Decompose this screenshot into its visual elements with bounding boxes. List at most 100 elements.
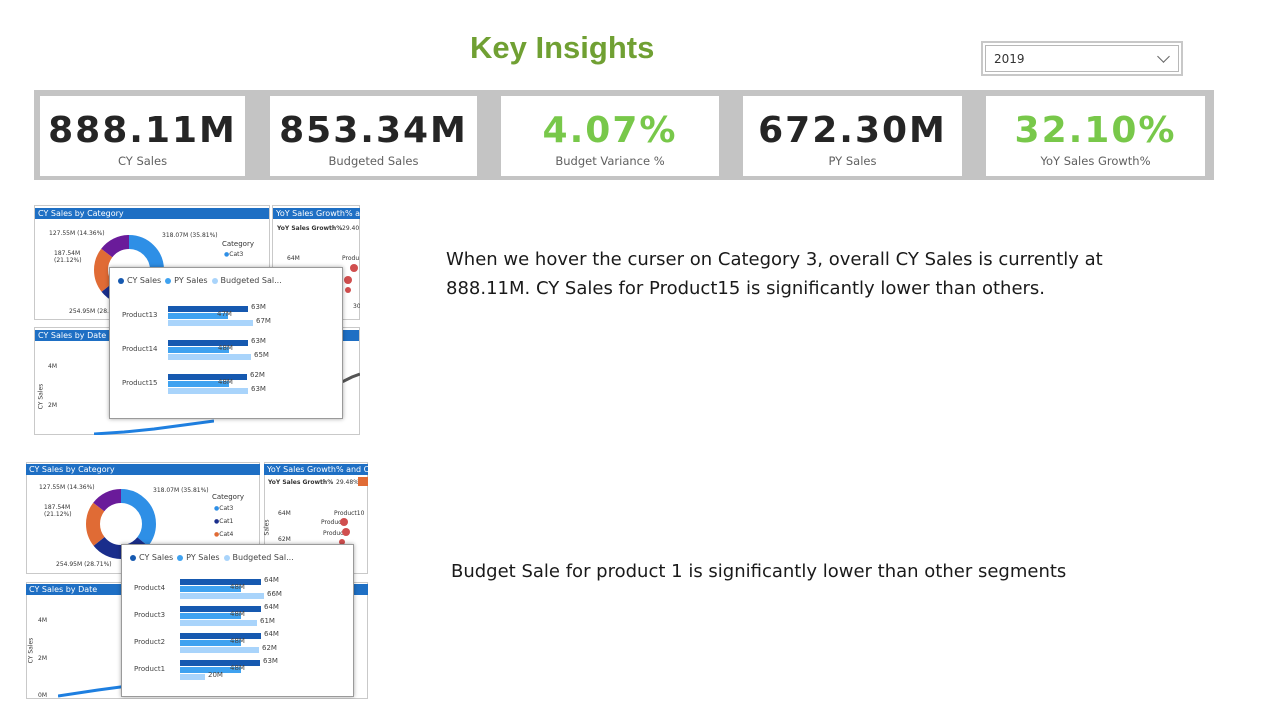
tooltip-bar-value: 63M [263,657,278,665]
tooltip-bar-value: 47M [217,310,232,318]
legend-item-cat3: ●Cat3 [224,251,244,258]
tooltip-bar-value: 62M [262,644,277,652]
yoy-axis-tick: 30 [353,303,360,310]
kpi-value: 4.07% [542,110,678,151]
legend-dot-icon [223,554,230,561]
legend-dot-icon [177,554,184,561]
donut-label: 254.95M (28.71%) [56,561,112,568]
tooltip-bar-budget [180,674,205,680]
tooltip-bar-value: 48M [218,378,233,386]
tooltip-bar-value: 63M [251,337,266,345]
yoy-axis-tick: 62M [278,536,291,543]
y-axis-label: CY Sales [27,637,35,664]
tooltip-bar-budget [168,388,248,394]
tooltip-bar-value: 48M [218,344,233,352]
panel-header-yoy: YoY Sales Growth% and C [264,464,368,475]
tooltip-bar-value: 62M [250,371,265,379]
kpi-card-yoy-growth: 32.10% YoY Sales Growth% [986,96,1205,176]
tooltip-bar-cy [168,306,248,312]
kpi-card-budgeted-sales: 853.34M Budgeted Sales [270,96,477,176]
legend-item-cat4: ●Cat4 [214,531,234,538]
screenshot-category3-hover: CY Sales by Category 127.55M (14.36%) 18… [34,205,360,435]
legend-item-cat3: ●Cat3 [214,505,234,512]
yoy-axis-label: Sales [263,519,271,536]
tooltip-bar-value: 48M [230,583,245,591]
tooltip-bar-value: 65M [254,351,269,359]
tooltip-bar-value: 48M [230,637,245,645]
tooltip-product-label: Product15 [122,379,158,387]
legend-dot-icon [165,277,172,284]
yoy-axis-tick: 64M [287,255,300,262]
y-axis-label: CY Sales [37,383,45,410]
screenshot-product1-hover: CY Sales by Category 127.55M (14.36%) 18… [26,462,368,699]
kpi-value: 888.11M [48,110,237,151]
tooltip-bar-value: 20M [208,671,223,679]
tooltip-legend: CY Sales PY Sales Budgeted Sal... [118,276,282,285]
y-tick: 4M [38,617,47,624]
tooltip-product-label: Product14 [122,345,158,353]
tooltip-bar-value: 64M [264,603,279,611]
tooltip-bar-budget [168,320,253,326]
panel-header-category: CY Sales by Category [35,208,269,219]
kpi-value: 672.30M [758,110,947,151]
tooltip-bar-value: 64M [264,576,279,584]
year-dropdown-value: 2019 [994,51,1025,66]
donut-label: (21.12%) [44,511,72,518]
y-tick: 2M [48,402,57,409]
yoy-subtitle: YoY Sales Growth% [268,479,334,486]
legend-title: Category [212,493,244,501]
tooltip-bar-budget [180,647,259,653]
donut-label: 318.07M (35.81%) [162,232,218,239]
yoy-value: 29.40 [342,225,360,232]
yoy-axis-tick: 64M [278,510,291,517]
tooltip-product-label: Product2 [134,638,166,646]
tooltip-bar-cy [180,606,261,612]
tooltip-bar-value: 64M [264,630,279,638]
donut-label: 254.95M (28.7 [69,308,113,315]
kpi-card-py-sales: 672.30M PY Sales [743,96,962,176]
tooltip-bar-budget [180,593,264,599]
tooltip-bar-value: 66M [267,590,282,598]
tooltip-bar-value: 48M [230,610,245,618]
legend-title: Category [222,240,254,248]
donut-label: 187.54M [44,504,71,511]
tooltip-bar-value: 63M [251,385,266,393]
kpi-label: Budgeted Sales [328,154,419,168]
tooltip-bar-value: 63M [251,303,266,311]
year-dropdown[interactable]: 2019 [981,41,1183,76]
insight-note-1: When we hover the curser on Category 3, … [446,249,1103,299]
y-tick: 2M [38,655,47,662]
tooltip-product-label: Product13 [122,311,158,319]
chevron-down-icon [1157,49,1170,63]
legend-dot-icon [130,554,136,561]
kpi-label: YoY Sales Growth% [1040,154,1151,168]
panel-header-yoy: YoY Sales Growth% a [273,208,360,219]
tooltip-product-label: Product4 [134,584,166,592]
yoy-subtitle: YoY Sales Growth% [277,225,343,232]
donut-label: (21.12%) [54,257,82,264]
donut-label: 127.55M (14.36%) [49,230,105,237]
legend-item-cat1: ●Cat1 [214,518,234,525]
kpi-card-budget-variance: 4.07% Budget Variance % [501,96,719,176]
tooltip-bar-cy [168,374,247,380]
tooltip-bar-cy [180,579,261,585]
hover-tooltip: CY Sales PY Sales Budgeted Sal... Produc… [109,267,343,419]
tooltip-bar-value: 48M [230,664,245,672]
kpi-strip: 888.11M CY Sales 853.34M Budgeted Sales … [34,90,1214,180]
line-chart-series [58,684,128,698]
tooltip-bar-cy [168,340,248,346]
tooltip-bar-cy [180,633,261,639]
insight-note-2: Budget Sale for product 1 is significant… [451,561,1067,582]
kpi-value: 853.34M [279,110,468,151]
tooltip-bar-budget [180,620,257,626]
legend-dot-icon [118,277,124,284]
tooltip-bar-value: 67M [256,317,271,325]
tooltip-product-label: Product1 [134,665,166,673]
kpi-label: CY Sales [117,154,168,168]
yoy-marker [358,477,368,486]
tooltip-product-label: Product3 [134,611,166,619]
kpi-card-cy-sales: 888.11M CY Sales [40,96,245,176]
donut-label: 318.07M (35.81%) [153,487,209,494]
y-tick: 4M [48,363,57,370]
page-title: Key Insights [470,30,655,65]
